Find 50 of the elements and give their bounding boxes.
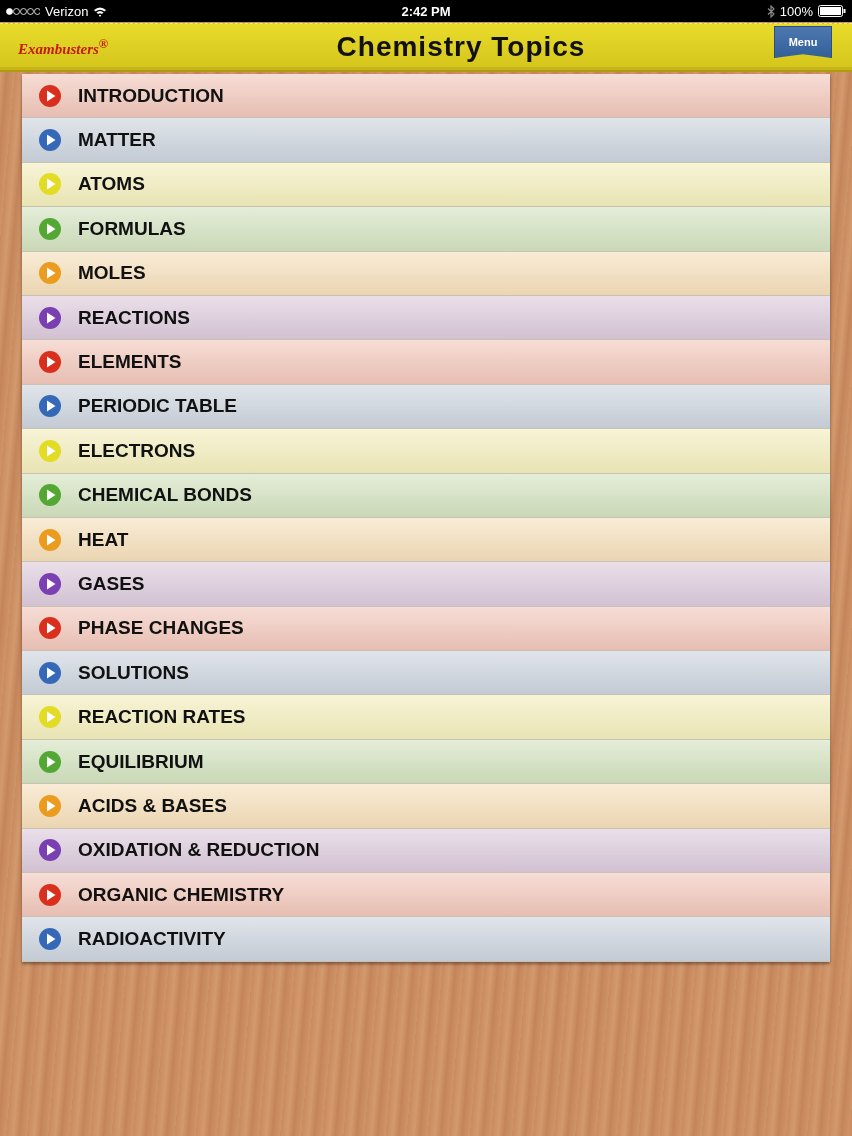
topic-row[interactable]: OXIDATION & REDUCTION — [22, 828, 830, 874]
topic-label: ELEMENTS — [78, 351, 182, 374]
page-title: Chemistry Topics — [335, 31, 587, 63]
topic-label: ORGANIC CHEMISTRY — [78, 883, 285, 906]
topic-label: ELECTRONS — [78, 439, 196, 462]
topic-label: OXIDATION & REDUCTION — [78, 839, 320, 862]
topic-row[interactable]: GASES — [22, 562, 830, 607]
bluetooth-icon — [766, 4, 775, 18]
wifi-icon — [93, 5, 108, 17]
topic-row[interactable]: PHASE CHANGES — [22, 606, 830, 652]
topic-label: PHASE CHANGES — [78, 617, 244, 640]
topic-label: FORMULAS — [78, 217, 186, 240]
topic-label: RADIOACTIVITY — [78, 928, 226, 951]
carrier-name: Verizon — [45, 3, 89, 19]
signal-icon — [6, 7, 40, 15]
topic-row[interactable]: ATOMS — [22, 162, 830, 208]
topic-label: GASES — [78, 573, 145, 595]
topic-label: SOLUTIONS — [78, 661, 189, 684]
topic-row[interactable]: EQUILIBRIUM — [22, 739, 830, 785]
topic-label: ACIDS & BASES — [78, 794, 227, 817]
topic-row[interactable]: ORGANIC CHEMISTRY — [22, 873, 830, 918]
topic-row[interactable]: CHEMICAL BONDS — [22, 473, 830, 518]
topic-label: EQUILIBRIUM — [78, 750, 204, 773]
topic-row[interactable]: REACTIONS — [22, 295, 830, 341]
topic-label: REACTION RATES — [78, 706, 246, 729]
topic-row[interactable]: RADIOACTIVITY — [22, 917, 830, 962]
topic-row[interactable]: ELEMENTS — [22, 340, 830, 385]
topic-label: REACTIONS — [78, 306, 190, 329]
topic-row[interactable]: REACTION RATES — [22, 695, 830, 740]
topic-row[interactable]: PERIODIC TABLE — [22, 384, 830, 430]
topic-label: MATTER — [78, 129, 156, 152]
topic-label: CHEMICAL BONDS — [78, 484, 252, 507]
battery-percent: 100% — [779, 3, 813, 19]
topic-row[interactable]: ELECTRONS — [22, 429, 830, 474]
topic-row[interactable]: HEAT — [22, 517, 830, 563]
topic-label: MOLES — [78, 262, 146, 285]
topic-label: ATOMS — [78, 173, 145, 196]
topic-label: PERIODIC TABLE — [78, 395, 238, 418]
topic-row[interactable]: INTRODUCTION — [22, 74, 830, 119]
app-logo: Exambusters$^{®}$ — [18, 36, 110, 58]
topic-row[interactable]: FORMULAS — [22, 207, 830, 252]
topic-row[interactable]: MATTER — [22, 118, 830, 163]
topic-row[interactable]: SOLUTIONS — [22, 651, 830, 696]
topic-label: HEAT — [78, 528, 129, 551]
menu-button[interactable]: Menu — [774, 26, 832, 58]
status-time: 2:42 PM — [401, 3, 451, 19]
topic-label: INTRODUCTION — [78, 84, 224, 107]
topic-row[interactable]: ACIDS & BASES — [22, 784, 830, 829]
topic-row[interactable]: MOLES — [22, 251, 830, 296]
battery-icon — [818, 5, 846, 17]
